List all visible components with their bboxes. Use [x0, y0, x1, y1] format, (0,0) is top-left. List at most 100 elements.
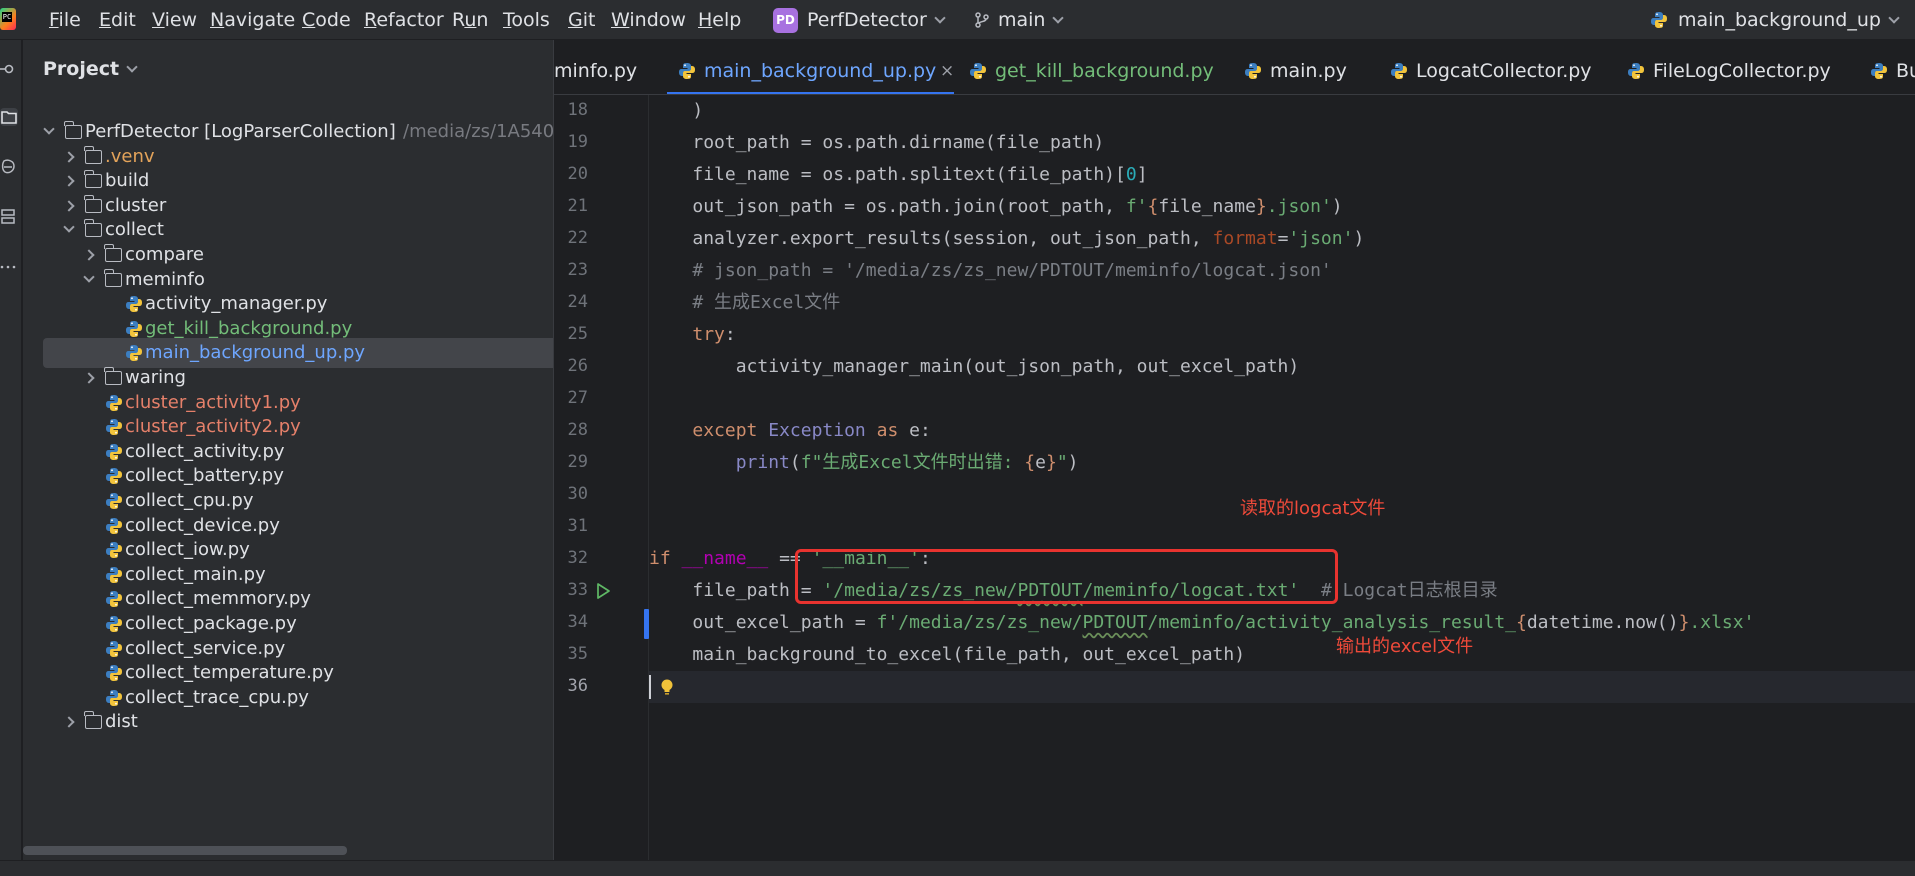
line-number: 19 — [567, 132, 588, 152]
menu-help[interactable]: Help — [698, 0, 741, 40]
chevron-down-icon[interactable] — [43, 123, 55, 135]
menu-run[interactable]: Run — [452, 0, 488, 40]
close-tab-icon[interactable]: × — [940, 40, 954, 94]
chevron-right-icon[interactable] — [83, 249, 95, 261]
python-file-icon — [106, 591, 122, 608]
python-file-icon — [106, 517, 122, 534]
status-bar — [0, 860, 1915, 876]
python-packages-icon[interactable] — [0, 158, 18, 176]
folder-icon — [84, 145, 102, 164]
branch-switcher[interactable]: main — [972, 6, 1065, 34]
code-area[interactable]: ) root_path = os.path.dirname(file_path)… — [649, 95, 1915, 860]
tree-horizontal-scrollbar[interactable] — [23, 846, 347, 855]
editor-tab-label: FileLogCollector.py — [1653, 60, 1831, 82]
chevron-right-icon[interactable] — [63, 200, 75, 212]
code-line-35: main_background_to_excel(file_path, out_… — [692, 644, 1246, 665]
chevron-down-icon — [1052, 12, 1065, 24]
menu-git[interactable]: Git — [568, 0, 595, 40]
menu-file[interactable]: File — [49, 0, 81, 40]
intention-bulb-icon[interactable] — [659, 678, 675, 696]
line-number: 33 — [567, 580, 588, 600]
python-file-icon — [106, 665, 122, 682]
python-file-icon — [1651, 12, 1667, 28]
python-file-icon — [679, 63, 695, 79]
project-folder-icon[interactable] — [0, 108, 18, 126]
code-line-19: root_path = os.path.dirname(file_path) — [692, 132, 1105, 153]
chevron-right-icon[interactable] — [63, 150, 75, 163]
folder-icon — [84, 711, 102, 730]
editor-tab-label: main_background_up.py — [704, 60, 937, 82]
editor-tab[interactable]: main_background_up.py × — [667, 40, 954, 94]
editor-tab[interactable]: Bu — [1870, 40, 1915, 94]
code-line-28: except Exception as e: — [692, 420, 931, 441]
code-line-21: out_json_path = os.path.join(root_path, … — [692, 196, 1343, 217]
python-file-icon — [970, 63, 986, 79]
python-file-icon — [1871, 63, 1887, 79]
more-tools-icon[interactable] — [0, 258, 18, 276]
folder-icon — [84, 170, 102, 189]
structure-icon[interactable] — [0, 208, 18, 226]
text-caret — [649, 675, 651, 699]
python-file-icon — [106, 493, 122, 509]
chevron-right-icon[interactable] — [63, 175, 75, 187]
chevron-down-icon[interactable] — [83, 270, 95, 283]
git-branch-icon — [975, 12, 989, 28]
project-panel-title[interactable]: Project — [43, 58, 138, 80]
tool-window-strip — [0, 40, 22, 860]
menu-view[interactable]: View — [152, 0, 197, 40]
editor-tab[interactable]: get_kill_background.py — [969, 40, 1214, 94]
python-file-icon — [126, 320, 142, 337]
python-file-icon — [1628, 63, 1644, 79]
pycharm-logo-icon: PC — [0, 8, 16, 30]
code-line-34: out_excel_path = f'/media/zs/zs_new/PDTO… — [692, 612, 1755, 633]
python-file-icon — [106, 394, 122, 411]
editor-tab-label: main.py — [1270, 60, 1347, 82]
code-line-24: # 生成Excel文件 — [692, 292, 841, 313]
code-line-20: file_name = os.path.splitext(file_path)[… — [692, 164, 1148, 185]
chevron-right-icon[interactable] — [63, 716, 75, 729]
project-switcher[interactable]: PD PerfDetector — [773, 6, 946, 34]
code-line-18: ) — [692, 100, 704, 121]
editor-tab[interactable]: FileLogCollector.py — [1627, 40, 1857, 94]
commit-icon[interactable] — [0, 60, 18, 78]
tree-folder[interactable]: dist — [43, 707, 553, 737]
code-editor: minfo.py main_background_up.py × get_kill_b… — [553, 40, 1915, 860]
python-file-icon — [106, 640, 122, 657]
line-number: 25 — [567, 324, 588, 344]
code-line-36 — [649, 671, 1915, 703]
menu-tools[interactable]: Tools — [503, 0, 550, 40]
line-number: 26 — [567, 356, 588, 376]
code-line-25: try: — [692, 324, 736, 345]
chevron-down-icon — [934, 12, 946, 24]
folder-icon — [104, 268, 122, 287]
line-number: 23 — [567, 260, 588, 280]
python-file-icon — [126, 296, 142, 313]
line-number: 27 — [567, 388, 588, 408]
chevron-down-icon[interactable] — [63, 221, 75, 234]
line-number: 34 — [567, 612, 588, 632]
menu-code[interactable]: Code — [302, 0, 351, 40]
chevron-down-icon — [126, 61, 138, 73]
menu-window[interactable]: Window — [611, 0, 686, 40]
menu-navigate[interactable]: Navigate — [210, 0, 295, 40]
editor-gutter: 18 19 20 21 22 23 24 25 26 27 28 29 30 31 32 33 34 35 36 — [554, 95, 649, 860]
folder-icon — [84, 194, 102, 213]
line-number: 31 — [567, 516, 588, 536]
folder-icon — [104, 244, 122, 262]
code-line-23: # json_path = '/media/zs/zs_new/PDTOUT/m… — [692, 260, 1332, 281]
line-number: 18 — [567, 100, 588, 120]
line-number: 21 — [567, 196, 588, 216]
python-file-icon — [106, 616, 122, 632]
python-file-icon — [106, 542, 122, 559]
run-icon[interactable] — [594, 582, 612, 600]
python-file-icon — [106, 419, 122, 436]
chevron-right-icon[interactable] — [83, 372, 95, 384]
editor-tab[interactable]: LogcatCollector.py — [1390, 40, 1620, 94]
project-tool-window: Project PerfDetector [LogParserCollectio… — [23, 40, 553, 860]
editor-tab-label: minfo.py — [554, 60, 638, 82]
run-configuration-selector[interactable]: main_background_up — [1648, 6, 1900, 34]
line-number: 24 — [567, 292, 588, 312]
menu-edit[interactable]: Edit — [99, 0, 136, 40]
menu-refactor[interactable]: Refactor — [364, 0, 444, 40]
